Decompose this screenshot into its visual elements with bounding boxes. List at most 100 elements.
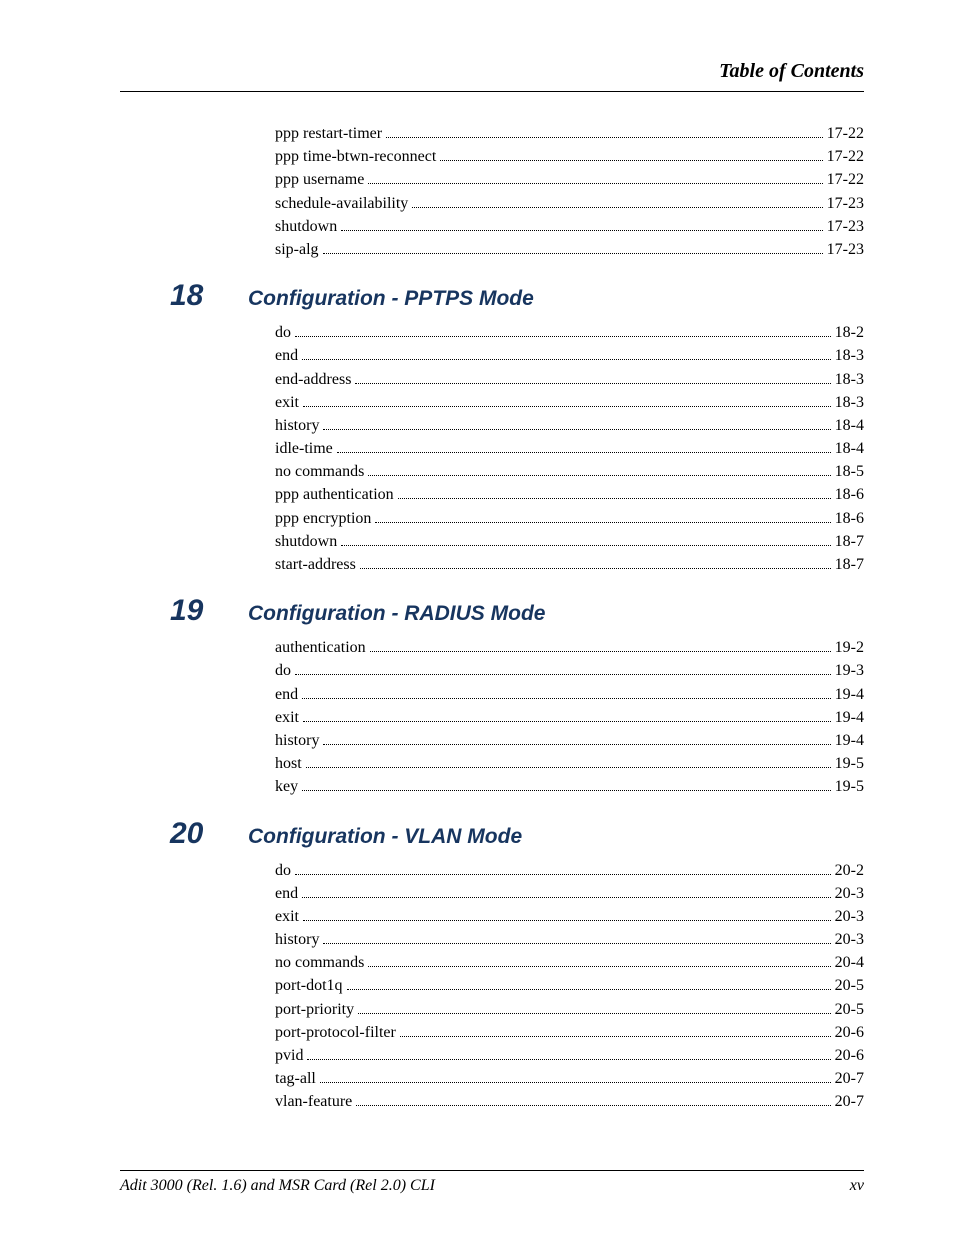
toc-leader-dots <box>347 989 831 990</box>
toc-entry[interactable]: history 20-3 <box>275 928 864 951</box>
toc-entry[interactable]: history 18-4 <box>275 414 864 437</box>
toc-entry[interactable]: no commands 20-4 <box>275 951 864 974</box>
toc-entry-page: 20-3 <box>835 905 864 928</box>
toc-entry[interactable]: port-protocol-filter 20-6 <box>275 1021 864 1044</box>
footer-right: xv <box>850 1177 864 1195</box>
toc-entry[interactable]: end 18-3 <box>275 344 864 367</box>
toc-entry[interactable]: shutdown 18-7 <box>275 530 864 553</box>
toc-entry-label: host <box>275 752 302 775</box>
toc-entry-label: do <box>275 659 291 682</box>
toc-entry-label: ppp restart-timer <box>275 122 382 145</box>
toc-entry-page: 19-4 <box>835 729 864 752</box>
toc-entry-page: 17-22 <box>827 122 864 145</box>
toc-entry[interactable]: do 19-3 <box>275 659 864 682</box>
header-title: Table of Contents <box>719 60 864 82</box>
toc-entry-page: 20-2 <box>835 859 864 882</box>
toc-entry-label: exit <box>275 391 299 414</box>
toc-leader-dots <box>295 336 831 337</box>
toc-entry-page: 18-3 <box>835 368 864 391</box>
toc-entry-page: 20-5 <box>835 998 864 1021</box>
toc-entry[interactable]: exit 19-4 <box>275 706 864 729</box>
toc-entry[interactable]: ppp authentication 18-6 <box>275 483 864 506</box>
toc-entry-page: 18-6 <box>835 507 864 530</box>
toc-leader-dots <box>337 452 831 453</box>
toc-entry-page: 20-3 <box>835 928 864 951</box>
toc-entry-label: ppp username <box>275 168 364 191</box>
toc-entry[interactable]: pvid 20-6 <box>275 1044 864 1067</box>
toc-entry-label: no commands <box>275 460 364 483</box>
toc-entry[interactable]: vlan-feature 20-7 <box>275 1090 864 1113</box>
footer-left: Adit 3000 (Rel. 1.6) and MSR Card (Rel 2… <box>120 1177 435 1195</box>
toc-entry[interactable]: sip-alg 17-23 <box>275 238 864 261</box>
chapter-heading[interactable]: 19Configuration - RADIUS Mode <box>120 594 864 628</box>
toc-entry-label: end <box>275 882 298 905</box>
toc-entry-label: exit <box>275 706 299 729</box>
toc-entry-label: ppp time-btwn-reconnect <box>275 145 436 168</box>
toc-entry[interactable]: ppp time-btwn-reconnect 17-22 <box>275 145 864 168</box>
toc-entry[interactable]: authentication 19-2 <box>275 636 864 659</box>
toc-entry[interactable]: end 19-4 <box>275 683 864 706</box>
toc-entry[interactable]: port-priority 20-5 <box>275 998 864 1021</box>
toc-entry[interactable]: ppp username 17-22 <box>275 168 864 191</box>
toc-entry[interactable]: end-address 18-3 <box>275 368 864 391</box>
toc-entry[interactable]: schedule-availability 17-23 <box>275 192 864 215</box>
toc-entry-page: 18-3 <box>835 391 864 414</box>
toc-entry-page: 19-5 <box>835 775 864 798</box>
toc-entry[interactable]: port-dot1q 20-5 <box>275 974 864 997</box>
toc-entry-page: 17-23 <box>827 215 864 238</box>
toc-entry-label: vlan-feature <box>275 1090 352 1113</box>
toc-entry[interactable]: no commands 18-5 <box>275 460 864 483</box>
toc-leader-dots <box>320 1082 831 1083</box>
toc-entry[interactable]: host 19-5 <box>275 752 864 775</box>
toc-entry[interactable]: history 19-4 <box>275 729 864 752</box>
toc-entry[interactable]: end 20-3 <box>275 882 864 905</box>
toc-entry[interactable]: do 20-2 <box>275 859 864 882</box>
toc-entry-label: schedule-availability <box>275 192 408 215</box>
toc-leader-dots <box>386 137 823 138</box>
toc-leader-dots <box>323 429 830 430</box>
toc-leader-dots <box>368 475 830 476</box>
toc-entry[interactable]: key 19-5 <box>275 775 864 798</box>
toc-leader-dots <box>341 545 830 546</box>
toc-entries: do 20-2end 20-3exit 20-3history 20-3no c… <box>275 859 864 1114</box>
toc-chapter: 20 Configuration - VLAN Mode do 20-2end 20… <box>120 817 864 1114</box>
toc-leader-dots <box>303 920 831 921</box>
toc-entry-label: shutdown <box>275 530 337 553</box>
toc-entry[interactable]: shutdown 17-23 <box>275 215 864 238</box>
toc-entry-label: end <box>275 344 298 367</box>
toc-entry[interactable]: start-address 18-7 <box>275 553 864 576</box>
toc-entry-page: 19-3 <box>835 659 864 682</box>
toc-entry[interactable]: tag-all 20-7 <box>275 1067 864 1090</box>
toc-entry[interactable]: idle-time 18-4 <box>275 437 864 460</box>
toc-entry[interactable]: ppp restart-timer 17-22 <box>275 122 864 145</box>
toc-chapter: 19Configuration - RADIUS Mode authenticat… <box>120 594 864 798</box>
toc-entry-label: port-priority <box>275 998 354 1021</box>
chapter-number: 20 <box>170 817 240 851</box>
toc-entry-page: 17-23 <box>827 192 864 215</box>
toc-entry-page: 20-7 <box>835 1090 864 1113</box>
toc-entry-page: 20-5 <box>835 974 864 997</box>
toc-leader-dots <box>306 767 831 768</box>
toc-leader-dots <box>302 698 831 699</box>
toc-entry-label: end <box>275 683 298 706</box>
toc-leader-dots <box>323 943 830 944</box>
toc-entry-label: port-protocol-filter <box>275 1021 396 1044</box>
toc-entry-label: history <box>275 729 319 752</box>
toc-entry-page: 18-7 <box>835 553 864 576</box>
toc-leader-dots <box>368 183 822 184</box>
toc-entry[interactable]: do 18-2 <box>275 321 864 344</box>
toc-entry-label: authentication <box>275 636 366 659</box>
toc-entry[interactable]: exit 18-3 <box>275 391 864 414</box>
toc-entry[interactable]: exit 20-3 <box>275 905 864 928</box>
toc-entries: authentication 19-2do 19-3end 19-4exit 1… <box>275 636 864 798</box>
toc-leader-dots <box>303 406 831 407</box>
chapter-title: Configuration - VLAN Mode <box>248 825 522 849</box>
toc-leader-dots <box>356 1105 830 1106</box>
chapter-heading[interactable]: 18Configuration - PPTPS Mode <box>120 279 864 313</box>
toc-entry-label: pvid <box>275 1044 303 1067</box>
toc-entry-page: 19-5 <box>835 752 864 775</box>
toc-entry[interactable]: ppp encryption 18-6 <box>275 507 864 530</box>
chapter-heading[interactable]: 20 Configuration - VLAN Mode <box>120 817 864 851</box>
toc-entry-label: shutdown <box>275 215 337 238</box>
toc-entry-page: 18-2 <box>835 321 864 344</box>
